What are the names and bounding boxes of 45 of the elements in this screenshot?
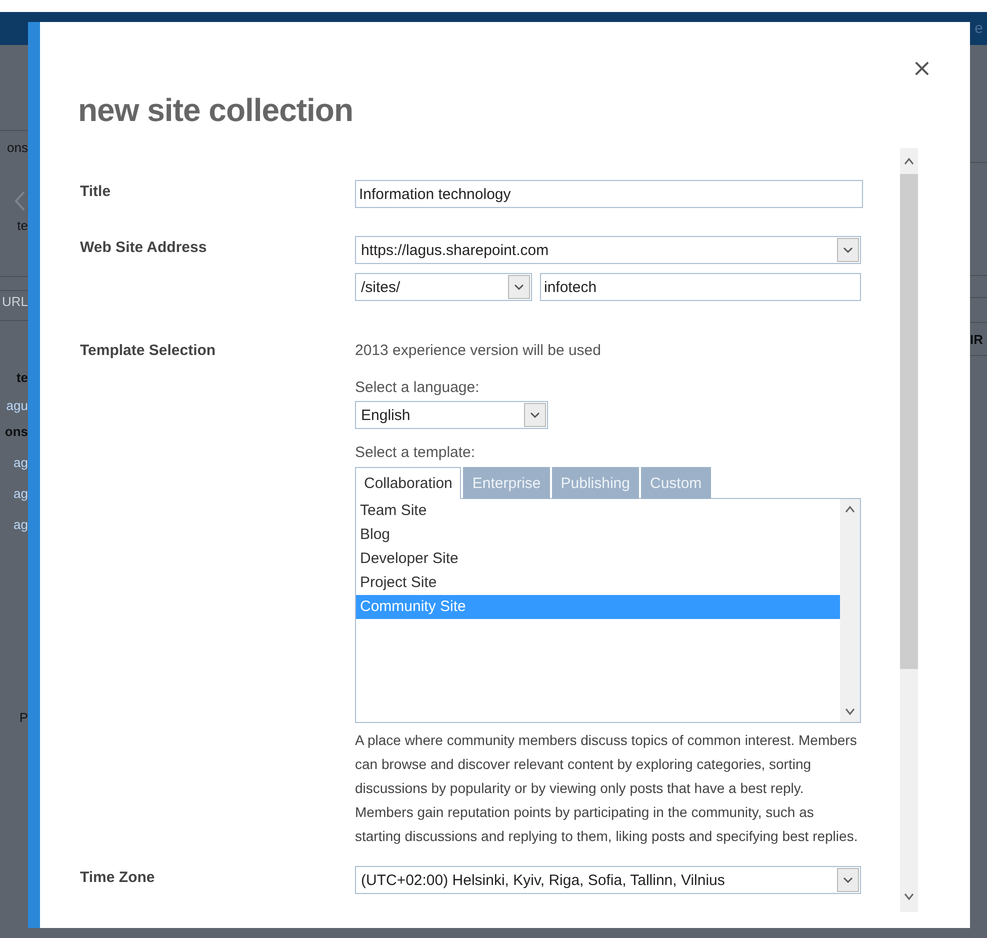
time-zone-select[interactable]: (UTC+02:00) Helsinki, Kyiv, Riga, Sofia, Tallinn, Vilnius	[355, 866, 861, 894]
scrollbar[interactable]	[900, 148, 918, 912]
background-text: agu	[6, 398, 28, 414]
scroll-down-icon[interactable]	[903, 893, 915, 901]
scroll-up-icon[interactable]	[903, 157, 915, 165]
background-text: ag	[14, 486, 28, 502]
template-tab[interactable]: Collaboration	[355, 467, 462, 499]
field-label: Template Selection	[80, 341, 217, 361]
field-label: Time Zone	[80, 868, 156, 888]
background-text: ons	[7, 140, 28, 156]
background-text: ag	[14, 517, 28, 533]
close-button[interactable]: ×	[908, 56, 936, 80]
template-item[interactable]: Developer Site	[356, 547, 840, 571]
language-label: Select a language:	[355, 379, 480, 396]
field-label: Web Site Address	[80, 238, 208, 258]
site-name-field[interactable]: infotech	[540, 273, 861, 301]
domain-select[interactable]: https://lagus.sharepoint.com	[355, 236, 861, 264]
background-text: URL	[2, 294, 28, 310]
template-item[interactable]: Blog	[356, 523, 840, 547]
scroll-up-icon[interactable]	[844, 505, 856, 513]
scroll-down-icon[interactable]	[844, 708, 856, 716]
background-text: ag	[14, 455, 28, 471]
dialog-title: new site collection	[78, 92, 354, 129]
background-text: ons	[4, 424, 28, 440]
background-text: P	[19, 710, 28, 726]
title-field[interactable]: Information technology	[355, 180, 863, 208]
top-bar-text: e	[974, 20, 983, 37]
template-label: Select a template:	[355, 444, 476, 461]
caret-icon	[837, 868, 859, 892]
chevron-icon	[14, 190, 26, 212]
template-item[interactable]: Project Site	[356, 571, 840, 595]
list-scrollbar[interactable]	[840, 499, 860, 722]
path-select[interactable]: /sites/	[355, 273, 532, 301]
background-text: te	[17, 218, 28, 234]
background-text: IR	[970, 332, 983, 348]
caret-icon	[508, 275, 530, 299]
scrollbar-thumb[interactable]	[900, 174, 918, 669]
background-text: te	[16, 370, 28, 386]
field-label: Title	[80, 182, 112, 202]
caret-icon	[837, 238, 859, 262]
language-select[interactable]: English	[355, 401, 548, 429]
template-description: A place where community members discuss topics of common interest. Members can browse and discover relevant content by exploring categories, sorting discussions by popularity or by viewing only posts that have a best reply. Members gain reputation points by participating in the community, such as starting discussions and replying to them, liking posts and specifying best replies.	[355, 731, 859, 846]
caret-icon	[524, 403, 546, 427]
experience-note: 2013 experience version will be used	[355, 342, 602, 359]
template-item[interactable]: Team Site	[356, 499, 840, 523]
